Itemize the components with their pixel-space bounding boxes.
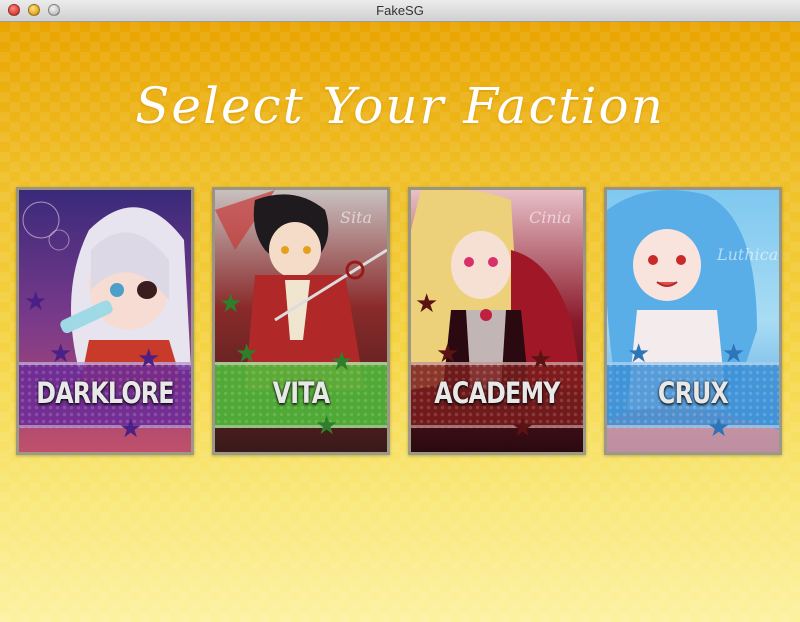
- star-icon: ★: [415, 288, 439, 318]
- faction-name: ACADEMY: [434, 376, 560, 410]
- star-icon: ★: [49, 338, 73, 368]
- star-icon: ★: [119, 413, 143, 443]
- faction-card-crux[interactable]: Luthica ★ ★ ★ CRUX: [604, 187, 782, 455]
- app-window: FakeSG Select Your Faction ★ ★ ★ ★ DARKL…: [0, 0, 800, 622]
- star-icon: ★: [511, 412, 535, 442]
- star-icon: ★: [235, 338, 259, 368]
- star-icon: ★: [707, 412, 731, 442]
- faction-card-vita[interactable]: Sita ★ ★ ★ ★ VITA: [212, 187, 390, 455]
- faction-name: VITA: [272, 376, 331, 410]
- star-icon: ★: [219, 288, 243, 318]
- faction-card-darklore[interactable]: ★ ★ ★ ★ DARKLORE: [16, 187, 194, 455]
- faction-signature: Cinia: [529, 208, 572, 227]
- star-icon: ★: [529, 344, 553, 374]
- star-icon: ★: [436, 338, 460, 368]
- star-icon: ★: [137, 343, 161, 373]
- star-icon: ★: [722, 338, 746, 368]
- window-title: FakeSG: [376, 3, 424, 18]
- star-icon: ★: [627, 338, 651, 368]
- faction-select-screen: Select Your Faction ★ ★ ★ ★ DARKLORE Sit…: [0, 22, 800, 622]
- star-icon: ★: [315, 410, 339, 440]
- faction-name: CRUX: [657, 376, 729, 410]
- star-icon: ★: [24, 286, 48, 316]
- faction-name: DARKLORE: [36, 376, 174, 410]
- faction-signature: Sita: [340, 208, 373, 227]
- faction-card-academy[interactable]: Cinia ★ ★ ★ ★ ACADEMY: [408, 187, 586, 455]
- title-bar: FakeSG: [0, 0, 800, 22]
- faction-signature: Luthica: [717, 245, 779, 264]
- star-icon: ★: [330, 346, 354, 376]
- page-title: Select Your Faction: [135, 77, 665, 135]
